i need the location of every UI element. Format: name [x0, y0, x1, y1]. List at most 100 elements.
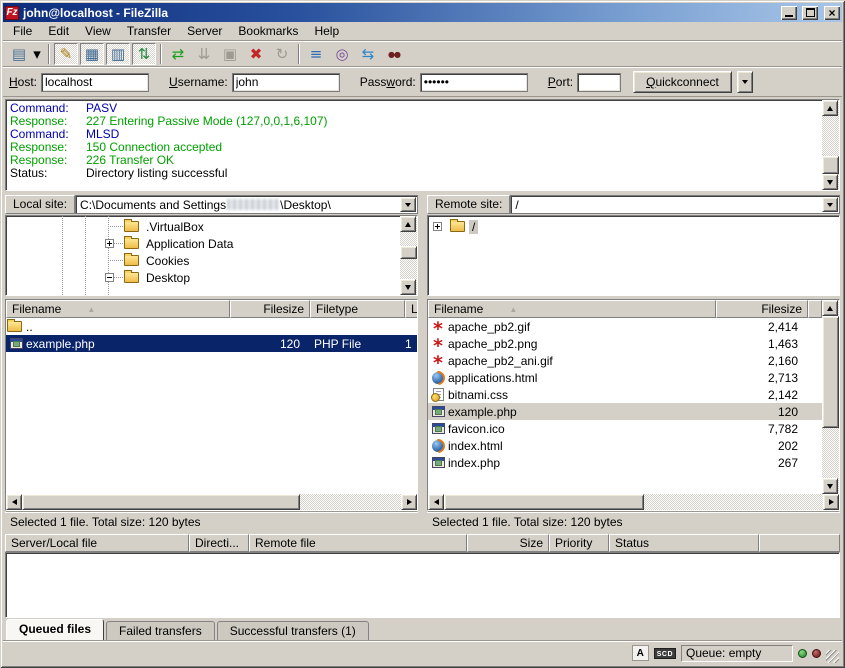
- log-scrollbar[interactable]: [822, 100, 839, 190]
- scroll-down-button[interactable]: [400, 279, 416, 295]
- file-row-index-php[interactable]: index.php267: [428, 454, 822, 471]
- port-input[interactable]: [577, 73, 621, 92]
- close-button[interactable]: ×: [824, 6, 840, 20]
- column-header-l[interactable]: L: [405, 300, 417, 318]
- scroll-right-button[interactable]: [401, 494, 417, 510]
- menu-item-edit[interactable]: Edit: [40, 22, 77, 40]
- column-header-filesize[interactable]: Filesize: [716, 300, 808, 318]
- expand-button[interactable]: [433, 222, 442, 231]
- file-row-index-html[interactable]: index.html202: [428, 437, 822, 454]
- file-row-example-php[interactable]: example.php120PHP File1: [6, 335, 417, 352]
- local-site-dropdown[interactable]: [400, 197, 416, 212]
- site-manager-dropdown[interactable]: ▾: [30, 43, 44, 65]
- local-tree-scrollbar[interactable]: [400, 216, 417, 295]
- tab-failed-transfers[interactable]: Failed transfers: [106, 621, 215, 640]
- refresh-button[interactable]: ⇄: [166, 43, 190, 65]
- column-header-directi[interactable]: Directi...: [189, 534, 249, 552]
- scroll-right-button[interactable]: [823, 494, 839, 510]
- remote-directory-tree[interactable]: /: [427, 215, 840, 296]
- quickconnect-button[interactable]: Quickconnect: [633, 71, 732, 93]
- find-icon: ●●: [388, 47, 400, 62]
- find-button[interactable]: ●●: [382, 43, 406, 65]
- scroll-down-button[interactable]: [822, 174, 838, 190]
- file-row-apache-pb2-png[interactable]: *apache_pb2.png1,463: [428, 335, 822, 352]
- password-input[interactable]: [420, 73, 528, 92]
- remote-hscrollbar[interactable]: [428, 494, 839, 510]
- scroll-thumb[interactable]: [400, 246, 417, 259]
- menu-item-transfer[interactable]: Transfer: [119, 22, 179, 40]
- column-header-remote-file[interactable]: Remote file: [249, 534, 467, 552]
- remote-status-text: Selected 1 file. Total size: 120 bytes: [427, 512, 840, 531]
- scroll-down-button[interactable]: [822, 478, 838, 494]
- file-row-[interactable]: ..: [6, 318, 417, 335]
- remote-list-scrollbar[interactable]: [822, 300, 839, 494]
- pane-splitter[interactable]: [421, 194, 424, 531]
- column-header-status[interactable]: Status: [609, 534, 759, 552]
- column-header-filesize[interactable]: Filesize: [230, 300, 310, 318]
- scroll-thumb[interactable]: [22, 494, 300, 510]
- column-header-filename[interactable]: Filename▲: [428, 300, 716, 318]
- file-row-applications-html[interactable]: applications.html2,713: [428, 369, 822, 386]
- scroll-thumb[interactable]: [822, 316, 839, 428]
- expand-button[interactable]: [105, 239, 114, 248]
- site-manager-button[interactable]: ▤: [7, 43, 31, 65]
- remote-site-dropdown[interactable]: [822, 197, 838, 212]
- filter-button[interactable]: ≡: [304, 43, 328, 65]
- menu-item-file[interactable]: File: [5, 22, 40, 40]
- speed-limit-icon[interactable]: SCD: [654, 648, 676, 659]
- collapse-button[interactable]: [105, 273, 114, 282]
- host-input[interactable]: [41, 73, 149, 92]
- local-tree-item-desktop[interactable]: Desktop: [6, 269, 400, 286]
- column-header-server-local-file[interactable]: Server/Local file: [5, 534, 189, 552]
- message-log[interactable]: Command:PASVResponse:227 Entering Passiv…: [5, 99, 840, 191]
- local-site-combo[interactable]: C:\Documents and Settings\Desktop\: [75, 195, 418, 214]
- file-row-favicon-ico[interactable]: favicon.ico7,782: [428, 420, 822, 437]
- local-tree-item-cookies[interactable]: Cookies: [6, 252, 400, 269]
- scroll-thumb[interactable]: [822, 156, 839, 174]
- scroll-left-button[interactable]: [428, 494, 444, 510]
- tab-queued-files[interactable]: Queued files: [6, 619, 104, 640]
- local-tree-item-virtualbox[interactable]: .VirtualBox: [6, 218, 400, 235]
- column-header-size[interactable]: Size: [467, 534, 549, 552]
- menu-item-bookmarks[interactable]: Bookmarks: [230, 22, 306, 40]
- file-row-bitnami-css[interactable]: bitnami.css2,142: [428, 386, 822, 403]
- disconnect-button[interactable]: ✖: [244, 43, 268, 65]
- resize-grip[interactable]: [826, 650, 839, 663]
- maximize-button[interactable]: [802, 6, 818, 20]
- menu-item-server[interactable]: Server: [179, 22, 230, 40]
- compare-button[interactable]: ◎: [330, 43, 354, 65]
- remote-file-rows: *apache_pb2.gif2,414*apache_pb2.png1,463…: [428, 318, 822, 494]
- sync-browsing-button[interactable]: ⇆: [356, 43, 380, 65]
- column-header-priority[interactable]: Priority: [549, 534, 609, 552]
- scroll-up-button[interactable]: [822, 100, 838, 116]
- arrow-left-icon: [12, 499, 17, 505]
- file-row-apache-pb2-ani-gif[interactable]: *apache_pb2_ani.gif2,160: [428, 352, 822, 369]
- quickconnect-dropdown[interactable]: [737, 71, 753, 93]
- column-header-filetype[interactable]: Filetype: [310, 300, 405, 318]
- remote-tree-item-root[interactable]: /: [428, 218, 839, 235]
- username-input[interactable]: [232, 73, 340, 92]
- local-directory-tree[interactable]: .VirtualBoxApplication DataCookiesDeskto…: [5, 215, 418, 296]
- local-hscrollbar[interactable]: [6, 494, 417, 510]
- file-row-example-php[interactable]: example.php120: [428, 403, 822, 420]
- scroll-thumb[interactable]: [444, 494, 644, 510]
- menu-item-help[interactable]: Help: [306, 22, 347, 40]
- scroll-up-button[interactable]: [822, 300, 838, 316]
- file-row-apache-pb2-gif[interactable]: *apache_pb2.gif2,414: [428, 318, 822, 335]
- remote-site-combo[interactable]: /: [510, 195, 840, 214]
- minimize-button[interactable]: [781, 6, 797, 20]
- file-type: PHP File: [310, 337, 405, 351]
- queue-body[interactable]: [5, 552, 840, 618]
- transfer-type-ascii-icon[interactable]: A: [632, 645, 649, 661]
- scroll-left-button[interactable]: [6, 494, 22, 510]
- toggle-remote-tree-button[interactable]: ▥: [106, 43, 130, 65]
- toggle-local-tree-button[interactable]: ▦: [80, 43, 104, 65]
- toggle-queue-button[interactable]: ⇅: [132, 43, 156, 65]
- toggle-message-log-button[interactable]: ✎: [54, 43, 78, 65]
- column-header-filename[interactable]: Filename▲: [6, 300, 230, 318]
- menu-item-view[interactable]: View: [77, 22, 119, 40]
- local-tree-item-application-data[interactable]: Application Data: [6, 235, 400, 252]
- scroll-up-button[interactable]: [400, 216, 416, 232]
- tab-successful-transfers-1[interactable]: Successful transfers (1): [217, 621, 369, 640]
- title-bar[interactable]: Fz john@localhost - FileZilla ×: [3, 3, 842, 22]
